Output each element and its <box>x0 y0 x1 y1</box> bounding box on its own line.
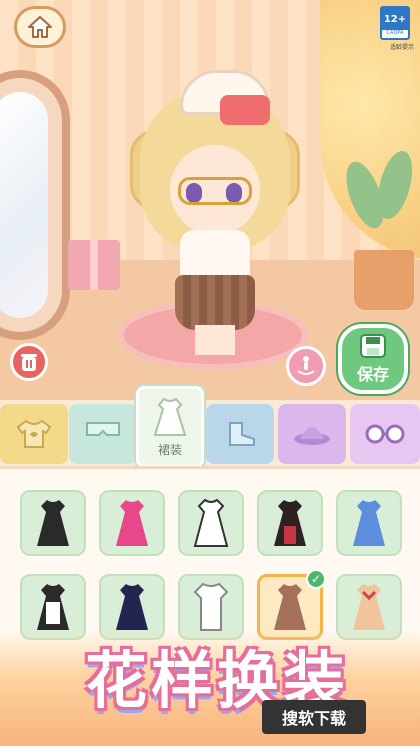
standing-mirror <box>0 70 70 340</box>
pants-icon <box>86 422 120 436</box>
dress-thumbnail-icon <box>116 584 148 630</box>
tab-hats[interactable] <box>278 404 346 464</box>
clear-outfit-button[interactable] <box>10 343 48 381</box>
item-black-gothic-dress[interactable] <box>20 490 86 556</box>
item-pink-black-dress[interactable] <box>99 490 165 556</box>
character-legs <box>195 325 235 355</box>
age-rating-badge: 12+ CADPA <box>380 6 410 40</box>
hat-bow <box>220 95 270 125</box>
category-tabs: 裙装 <box>0 386 420 468</box>
dress-thumbnail-icon <box>116 500 148 546</box>
plant-pot <box>354 250 414 310</box>
tab-dresses-label: 裙装 <box>157 442 182 457</box>
character-glasses <box>178 177 252 205</box>
tab-dresses[interactable]: 裙装 <box>136 386 204 468</box>
dress-thumbnail-icon <box>353 500 385 546</box>
dress-thumbnail-icon <box>274 584 306 630</box>
item-black-red-coat-dress[interactable] <box>257 490 323 556</box>
boot-icon <box>229 422 255 446</box>
tab-shoes[interactable] <box>206 404 274 464</box>
download-button[interactable]: 搜软下载 <box>262 700 366 734</box>
gift-box <box>68 240 120 290</box>
save-label: 保存 <box>356 365 389 384</box>
glasses-icon <box>365 424 405 444</box>
dressed-character <box>120 60 310 360</box>
save-button[interactable]: 保存 <box>338 324 408 394</box>
change-pose-button[interactable] <box>286 346 326 386</box>
dress-icon <box>153 397 187 436</box>
shirt-icon <box>16 419 52 448</box>
trash-icon <box>21 354 37 371</box>
home-icon <box>28 16 52 38</box>
age-rating-mark: CADPA <box>386 30 404 36</box>
dress-thumbnail-icon <box>193 498 229 547</box>
dress-thumbnail-icon <box>274 500 306 546</box>
pose-icon <box>297 356 315 375</box>
floppy-save-icon <box>360 334 386 358</box>
age-rating-value: 12+ <box>382 8 408 30</box>
item-blue-sailor-dress[interactable] <box>336 490 402 556</box>
hat-icon <box>294 427 330 445</box>
home-button[interactable] <box>14 6 66 48</box>
dress-thumbnail-icon <box>193 582 229 631</box>
age-notice: 适龄提示 <box>389 44 414 51</box>
dress-thumbnail-icon <box>37 584 69 630</box>
selected-check-icon: ✓ <box>306 569 326 589</box>
tab-tops[interactable] <box>0 404 68 464</box>
dress-thumbnail-icon <box>37 500 69 546</box>
dress-thumbnail-icon <box>353 584 385 630</box>
character-face <box>170 145 260 235</box>
tab-glasses[interactable] <box>350 404 420 464</box>
character-plaid-skirt <box>175 275 255 330</box>
item-white-star-dress[interactable] <box>178 490 244 556</box>
tab-pants[interactable] <box>69 404 137 464</box>
